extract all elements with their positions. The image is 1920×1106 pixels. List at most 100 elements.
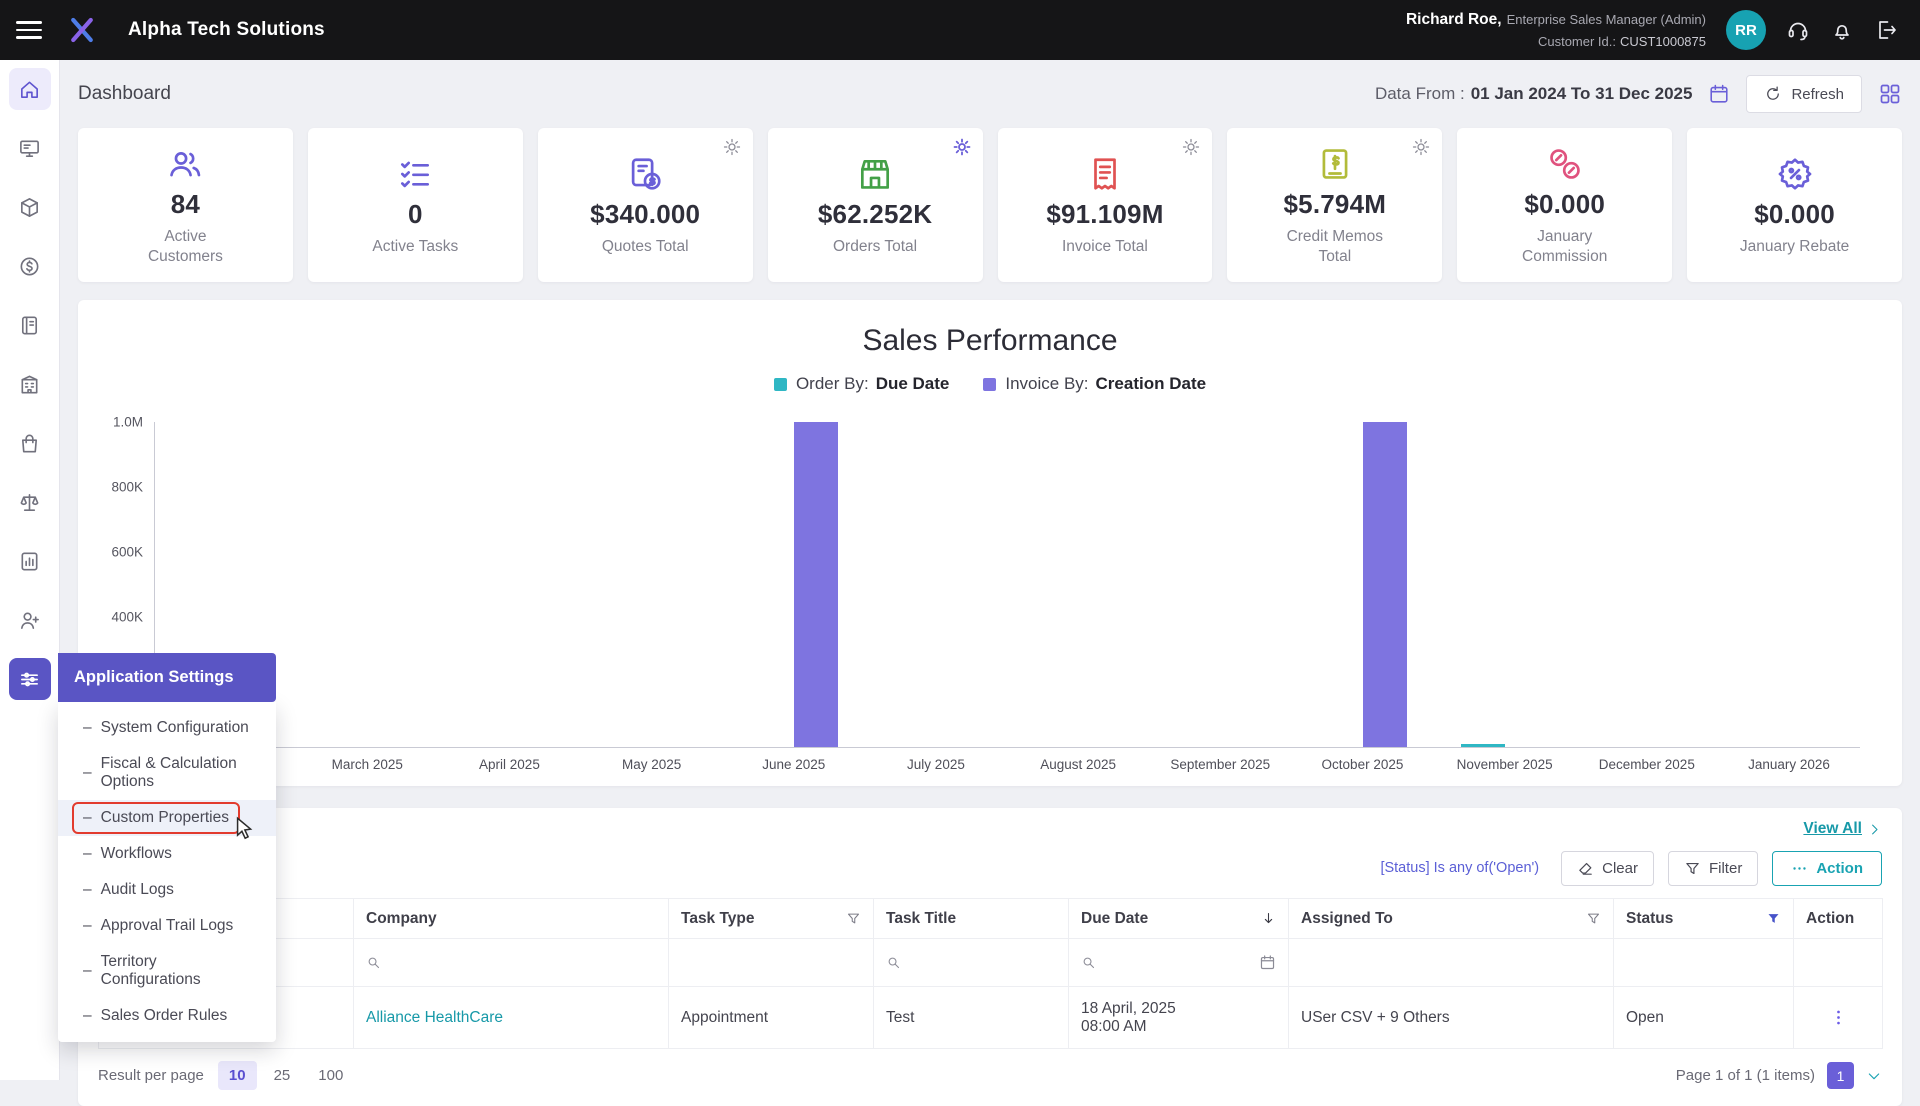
notifications-bell-icon[interactable]: [1830, 18, 1854, 42]
column-header-task-title[interactable]: Task Title: [874, 899, 1069, 939]
sort-descending-icon[interactable]: [1261, 911, 1276, 926]
page-size-option[interactable]: 10: [218, 1061, 257, 1090]
pagination-info: Page 1 of 1 (1 items): [1676, 1067, 1815, 1084]
x-tick-label: December 2025: [1576, 757, 1718, 772]
hamburger-menu-icon[interactable]: [16, 21, 42, 39]
user-role: Enterprise Sales Manager (Admin): [1507, 12, 1706, 27]
page-size-option[interactable]: 25: [263, 1061, 302, 1090]
sidebar-item-purchases[interactable]: [9, 422, 51, 464]
refresh-icon: [1764, 85, 1782, 103]
sidebar-item-compliance[interactable]: [9, 481, 51, 523]
chevron-down-icon[interactable]: [1866, 1068, 1882, 1084]
logout-icon[interactable]: [1874, 18, 1898, 42]
kpi-card-credit-memos-total: $5.794M Credit Memos Total: [1227, 128, 1442, 282]
due-date-filter-input[interactable]: [1069, 939, 1289, 987]
menu-item-label: Approval Trail Logs: [101, 917, 234, 935]
status-cell: Open: [1614, 987, 1794, 1049]
column-header-assigned-to[interactable]: Assigned To: [1289, 899, 1614, 939]
task-type-filter-input[interactable]: [669, 939, 874, 987]
filter-row: [99, 939, 1883, 987]
action-button[interactable]: Action: [1772, 851, 1882, 886]
funnel-icon[interactable]: [1586, 911, 1601, 926]
filter-button[interactable]: Filter: [1668, 851, 1758, 886]
application-settings-menu: Application Settings –System Configurati…: [58, 653, 276, 1042]
y-tick-label: 800K: [111, 480, 143, 495]
sidebar-item-products[interactable]: [9, 186, 51, 228]
calendar-icon[interactable]: [1259, 954, 1276, 971]
sidebar-item-company[interactable]: [9, 363, 51, 405]
settings-menu-item[interactable]: –Territory Configurations: [58, 944, 276, 998]
x-tick-label: November 2025: [1434, 757, 1576, 772]
funnel-icon[interactable]: [846, 911, 861, 926]
kpi-value: $62.252K: [818, 199, 932, 230]
data-from-label: Data From :: [1375, 84, 1465, 103]
chart-month-column: [1434, 422, 1576, 747]
page-title: Dashboard: [78, 83, 171, 105]
task-title-cell: Test: [874, 987, 1069, 1049]
chart-month-column: [439, 422, 581, 747]
sidebar-item-crm[interactable]: [9, 127, 51, 169]
x-tick-label: October 2025: [1291, 757, 1433, 772]
gear-icon[interactable]: [1412, 138, 1430, 156]
menu-item-label: Fiscal & Calculation Options: [101, 755, 251, 791]
sidebar-item-reports[interactable]: [9, 540, 51, 582]
sidebar-item-application-settings[interactable]: [9, 658, 51, 700]
kpi-value: $340.000: [590, 199, 700, 230]
page-size-option[interactable]: 100: [307, 1061, 354, 1090]
widget-grid-icon[interactable]: [1878, 82, 1902, 106]
support-headset-icon[interactable]: [1786, 18, 1810, 42]
settings-menu-item[interactable]: –Fiscal & Calculation Options: [58, 746, 276, 800]
legend-order-by[interactable]: Order By: Due Date: [774, 374, 949, 394]
sidebar-item-sales[interactable]: [9, 245, 51, 287]
user-info: Richard Roe, Enterprise Sales Manager (Ad…: [1406, 8, 1706, 52]
company-filter-input[interactable]: [354, 939, 669, 987]
column-header-task-type[interactable]: Task Type: [669, 899, 874, 939]
settings-menu-item[interactable]: –System Configuration: [58, 710, 276, 746]
refresh-button[interactable]: Refresh: [1746, 75, 1862, 113]
user-avatar[interactable]: RR: [1726, 10, 1766, 50]
x-tick-label: May 2025: [581, 757, 723, 772]
menu-item-label: Territory Configurations: [101, 953, 251, 989]
user-name: Richard Roe,: [1406, 11, 1502, 28]
column-header-company[interactable]: Company: [354, 899, 669, 939]
y-tick-label: 400K: [111, 610, 143, 625]
chart-plot: 0200K400K600K800K1.0M: [154, 422, 1860, 748]
sidebar-item-home[interactable]: [9, 68, 51, 110]
kpi-label: Active Tasks: [372, 237, 458, 257]
menu-item-label: Custom Properties: [101, 809, 229, 827]
settings-menu-item[interactable]: –Sales Order Rules: [58, 998, 276, 1034]
data-from-value: 01 Jan 2024 To 31 Dec 2025: [1471, 84, 1693, 103]
gear-icon[interactable]: [1182, 138, 1200, 156]
settings-menu-item[interactable]: –Audit Logs: [58, 872, 276, 908]
eraser-icon: [1577, 860, 1594, 877]
gear-icon[interactable]: [953, 138, 971, 156]
tasks-table: Company Task Type Task Title Due Date As…: [98, 898, 1883, 1049]
kpi-label: Active Customers: [126, 227, 244, 267]
company-link[interactable]: Alliance HealthCare: [366, 1009, 503, 1026]
sidebar-item-user-management[interactable]: [9, 599, 51, 641]
legend-invoice-by[interactable]: Invoice By: Creation Date: [983, 374, 1206, 394]
assigned-to-filter-input[interactable]: [1289, 939, 1614, 987]
view-all-link[interactable]: View All: [1803, 820, 1882, 838]
column-header-status[interactable]: Status: [1614, 899, 1794, 939]
status-filter-input[interactable]: [1614, 939, 1794, 987]
table-row[interactable]: Alliance HealthCare Appointment Test 18 …: [99, 987, 1883, 1049]
sidebar-item-ledger[interactable]: [9, 304, 51, 346]
chart-month-column: [723, 422, 865, 747]
current-page-button[interactable]: 1: [1827, 1062, 1854, 1089]
funnel-active-icon[interactable]: [1766, 911, 1781, 926]
x-tick-label: March 2025: [296, 757, 438, 772]
settings-menu-header: Application Settings: [58, 653, 276, 702]
gear-icon[interactable]: [723, 138, 741, 156]
kpi-card-orders-total: $62.252K Orders Total: [768, 128, 983, 282]
column-header-due-date[interactable]: Due Date: [1069, 899, 1289, 939]
task-title-filter-input[interactable]: [874, 939, 1069, 987]
active-filter-chip[interactable]: [Status] Is any of('Open'): [1380, 860, 1539, 876]
date-range-picker-icon[interactable]: [1708, 83, 1730, 105]
credit-memos-icon: [1316, 143, 1354, 185]
row-actions-menu-icon[interactable]: [1806, 1008, 1870, 1027]
clear-button[interactable]: Clear: [1561, 851, 1654, 886]
app-logo[interactable]: [62, 10, 102, 50]
chevron-right-icon: [1867, 822, 1882, 837]
settings-menu-item[interactable]: –Approval Trail Logs: [58, 908, 276, 944]
